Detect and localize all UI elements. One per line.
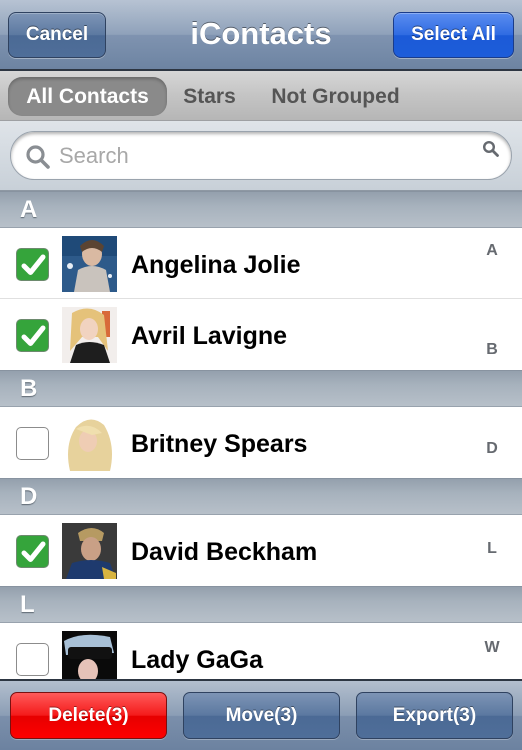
tab-all-contacts[interactable]: All Contacts [8, 77, 167, 116]
contact-checkbox[interactable] [16, 535, 49, 568]
contact-row[interactable]: David Beckham [0, 515, 522, 586]
search-field[interactable] [10, 131, 512, 180]
section-header-b: B [0, 370, 522, 407]
group-tab-bar: All Contacts Stars Not Grouped [0, 71, 522, 121]
avatar [62, 631, 117, 679]
index-letter-w[interactable]: W [480, 639, 504, 657]
search-bar [0, 121, 522, 191]
avatar [62, 415, 117, 471]
contact-name: David Beckham [131, 538, 318, 566]
checkmark-icon [21, 254, 46, 275]
delete-button[interactable]: Delete(3) [10, 692, 167, 739]
index-search-icon[interactable] [482, 140, 500, 158]
tab-not-grouped[interactable]: Not Grouped [258, 77, 413, 116]
contact-list[interactable]: A Angelina Jolie Avril Lavigne B Britney… [0, 191, 522, 679]
contact-name: Lady GaGa [131, 646, 263, 674]
tab-stars[interactable]: Stars [172, 77, 247, 116]
contact-name: Britney Spears [131, 430, 308, 458]
section-header-d: D [0, 478, 522, 515]
section-header-a: A [0, 191, 522, 228]
contact-checkbox[interactable] [16, 427, 49, 460]
index-letter-a[interactable]: A [480, 242, 504, 260]
contact-checkbox[interactable] [16, 319, 49, 352]
index-letter-b[interactable]: B [480, 341, 504, 359]
contact-name: Angelina Jolie [131, 251, 301, 279]
index-letter-d[interactable]: D [480, 440, 504, 458]
contact-row[interactable]: Britney Spears [0, 407, 522, 478]
contact-checkbox[interactable] [16, 643, 49, 676]
checkmark-icon [21, 325, 46, 346]
select-all-button[interactable]: Select All [393, 12, 514, 58]
cancel-button[interactable]: Cancel [8, 12, 106, 58]
avatar [62, 307, 117, 363]
contact-row[interactable]: Angelina Jolie [0, 228, 522, 299]
export-button[interactable]: Export(3) [356, 692, 513, 739]
search-icon [25, 144, 51, 170]
index-letter-l[interactable]: L [480, 540, 504, 558]
move-button[interactable]: Move(3) [183, 692, 340, 739]
contact-row[interactable]: Lady GaGa [0, 623, 522, 679]
section-header-l: L [0, 586, 522, 623]
bottom-toolbar: Delete(3) Move(3) Export(3) [0, 679, 522, 750]
contact-name: Avril Lavigne [131, 322, 288, 350]
contact-row[interactable]: Avril Lavigne [0, 299, 522, 370]
search-input[interactable] [59, 140, 459, 172]
navigation-bar: iContacts Cancel Select All [0, 0, 522, 71]
avatar [62, 236, 117, 292]
checkmark-icon [21, 541, 46, 562]
contact-checkbox[interactable] [16, 248, 49, 281]
avatar [62, 523, 117, 579]
